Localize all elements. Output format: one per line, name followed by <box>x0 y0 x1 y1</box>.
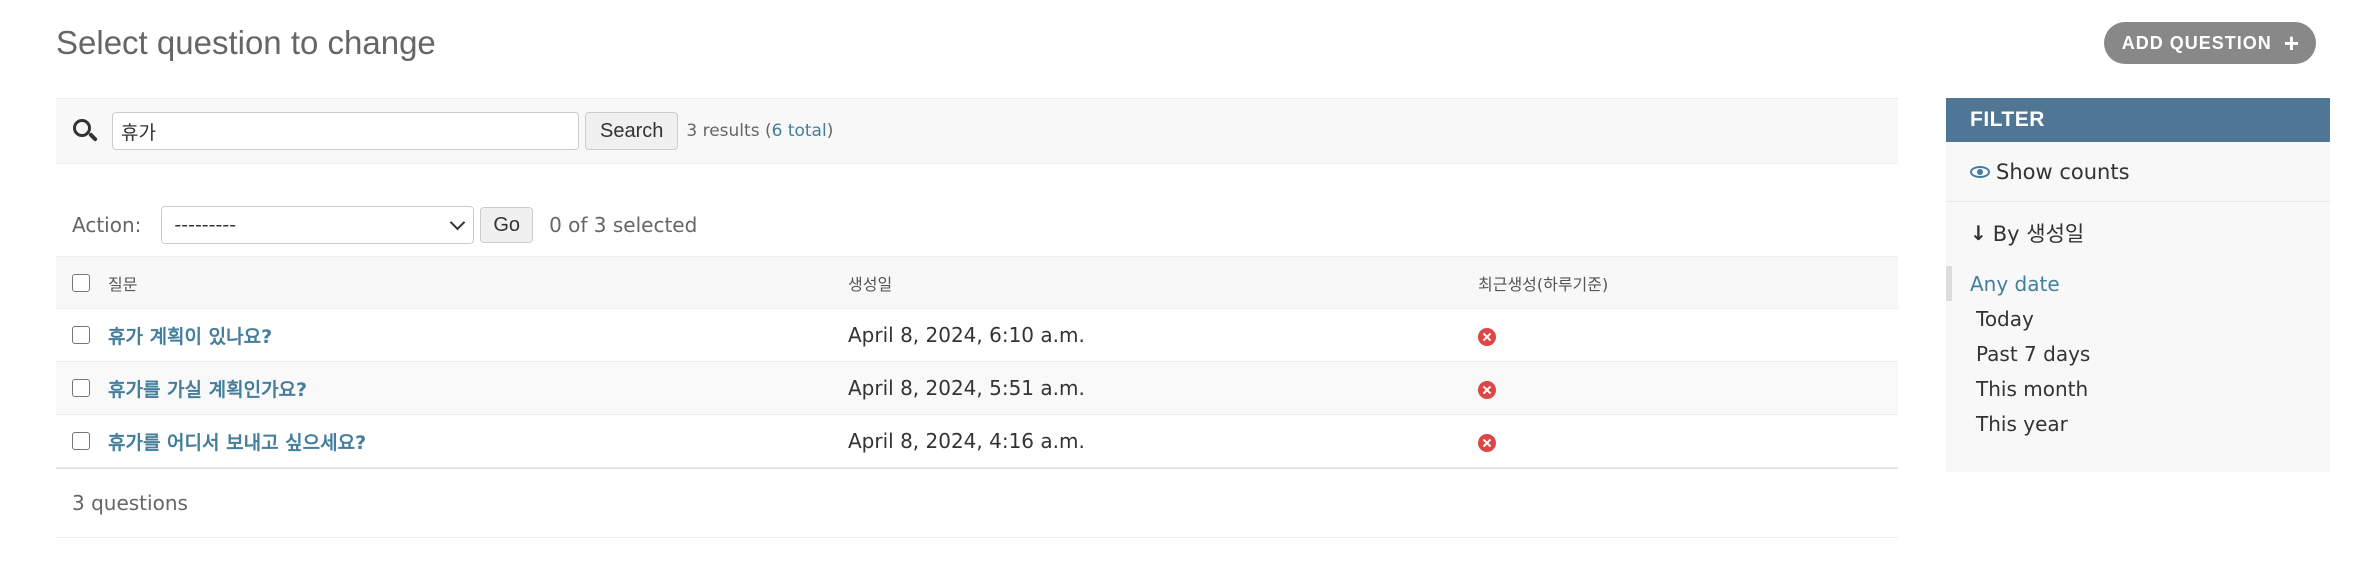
show-all-link[interactable]: 6 total <box>772 121 827 141</box>
table-row: 휴가를 어디서 보내고 싶으세요? April 8, 2024, 4:16 a.… <box>56 414 1898 468</box>
go-button[interactable]: Go <box>480 207 534 243</box>
column-header-question[interactable]: 질문 <box>108 256 848 309</box>
false-icon <box>1478 380 1496 399</box>
column-header-created[interactable]: 생성일 <box>848 256 1478 309</box>
recent-cell <box>1478 361 1898 415</box>
recent-cell <box>1478 414 1898 468</box>
select-all-checkbox[interactable] <box>72 273 90 292</box>
show-counts-label: Show counts <box>1996 159 2130 184</box>
table-header-row: 질문 생성일 최근생성(하루기준) <box>56 256 1898 309</box>
search-toolbar: Search 3 results (6 total) <box>56 98 1898 164</box>
filter-option-today[interactable]: Today <box>1946 301 2330 336</box>
row-checkbox-cell <box>56 361 108 415</box>
table-row: 휴가를 가실 계획인가요? April 8, 2024, 5:51 a.m. <box>56 361 1898 415</box>
action-select[interactable]: --------- <box>161 206 475 244</box>
question-cell: 휴가를 어디서 보내고 싶으세요? <box>108 414 848 468</box>
show-counts-link[interactable]: Show counts <box>1946 142 2330 202</box>
date-cell: April 8, 2024, 6:10 a.m. <box>848 308 1478 362</box>
filter-options: Any date Today Past 7 days This month Th… <box>1946 266 2330 441</box>
question-link[interactable]: 휴가 계획이 있나요? <box>108 326 272 348</box>
row-checkbox[interactable] <box>72 379 90 397</box>
filter-option-any-date[interactable]: Any date <box>1946 266 2330 301</box>
created-date: April 8, 2024, 4:16 a.m. <box>848 429 1085 453</box>
arrow-down-icon: ↓ <box>1970 221 1987 245</box>
chevron-down-icon <box>450 214 466 231</box>
row-checkbox[interactable] <box>72 432 90 450</box>
eye-icon <box>1970 165 1990 178</box>
action-select-value: --------- <box>174 214 237 236</box>
date-cell: April 8, 2024, 4:16 a.m. <box>848 414 1478 468</box>
search-results-summary: 3 results (6 total) <box>686 121 834 141</box>
results-table: 질문 생성일 최근생성(하루기준) 휴가 계획이 있나요? April 8, 2… <box>56 256 1898 468</box>
add-question-button[interactable]: ADD QUESTION + <box>2103 22 2316 64</box>
search-input[interactable] <box>112 112 579 150</box>
row-checkbox[interactable] <box>72 326 90 344</box>
actions-bar: Action: --------- Go 0 of 3 selected <box>56 204 1898 246</box>
filter-option-past-7-days[interactable]: Past 7 days <box>1946 336 2330 371</box>
filter-group-title[interactable]: ↓ By 생성일 <box>1946 218 2330 248</box>
created-date: April 8, 2024, 5:51 a.m. <box>848 376 1085 400</box>
filter-group-label: By 생성일 <box>1992 222 2085 246</box>
search-button[interactable]: Search <box>585 112 679 150</box>
select-all-cell <box>56 256 108 309</box>
column-header-recent: 최근생성(하루기준) <box>1478 256 1898 309</box>
action-label: Action: <box>72 213 142 237</box>
selected-count: 0 of 3 selected <box>549 213 698 237</box>
false-icon <box>1478 327 1496 346</box>
changelist-main: Search 3 results (6 total) Action: -----… <box>56 98 1898 538</box>
search-icon <box>72 118 98 144</box>
paginator: 3 questions <box>56 468 1898 538</box>
filter-option-this-year[interactable]: This year <box>1946 406 2330 441</box>
question-link[interactable]: 휴가를 가실 계획인가요? <box>108 379 307 401</box>
question-link[interactable]: 휴가를 어디서 보내고 싶으세요? <box>108 432 366 454</box>
recent-cell <box>1478 308 1898 362</box>
page-title: Select question to change <box>56 24 436 61</box>
question-cell: 휴가를 가실 계획인가요? <box>108 361 848 415</box>
filter-header: FILTER <box>1946 98 2330 142</box>
false-icon <box>1478 433 1496 452</box>
created-date: April 8, 2024, 6:10 a.m. <box>848 323 1085 347</box>
row-checkbox-cell <box>56 414 108 468</box>
table-row: 휴가 계획이 있나요? April 8, 2024, 6:10 a.m. <box>56 308 1898 362</box>
add-question-label: ADD QUESTION <box>2121 32 2272 53</box>
filter-sidebar: FILTER Show counts ↓ By 생성일 Any date Tod… <box>1946 98 2330 472</box>
question-cell: 휴가 계획이 있나요? <box>108 308 848 362</box>
date-cell: April 8, 2024, 5:51 a.m. <box>848 361 1478 415</box>
filter-option-this-month[interactable]: This month <box>1946 371 2330 406</box>
row-checkbox-cell <box>56 308 108 362</box>
plus-icon: + <box>2283 28 2300 58</box>
